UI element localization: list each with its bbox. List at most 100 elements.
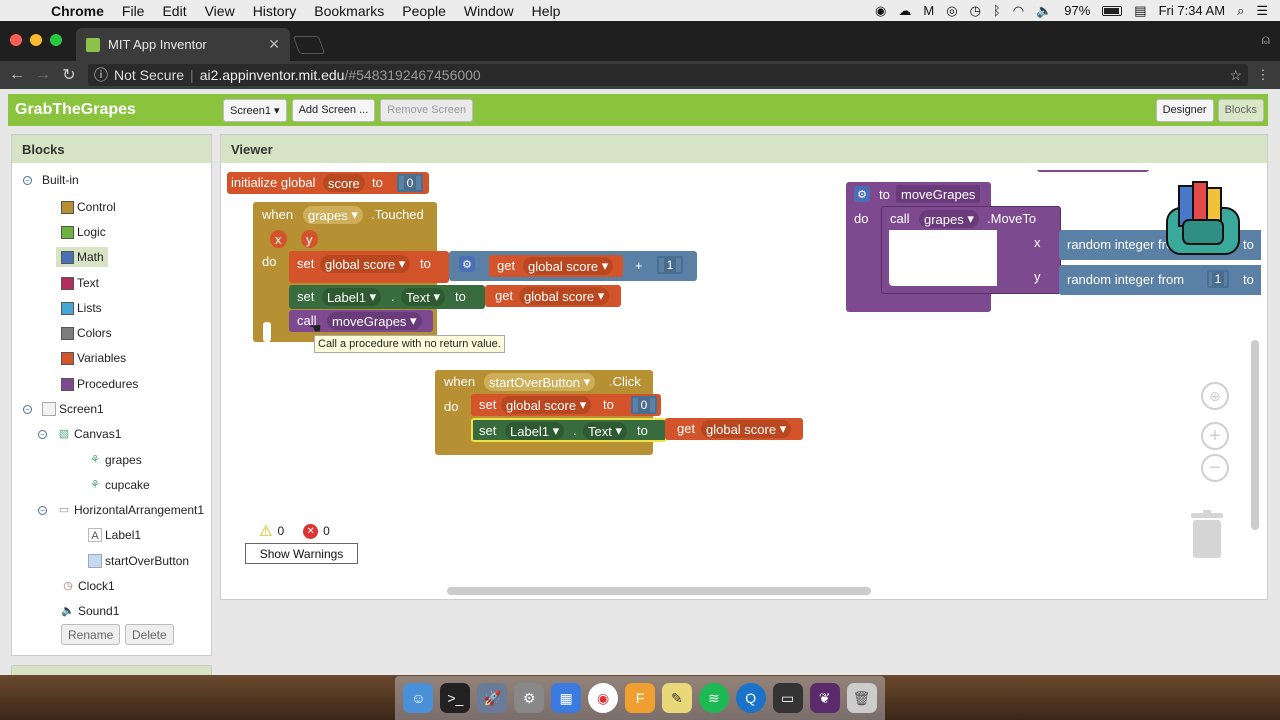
number-block[interactable]: 1: [1207, 270, 1229, 288]
stickies-icon[interactable]: ✎: [661, 683, 692, 713]
menu-app[interactable]: Chrome: [42, 3, 113, 19]
category-logic[interactable]: Logic: [61, 222, 106, 242]
battery-icon[interactable]: [1102, 5, 1123, 16]
reload-icon[interactable]: ↻: [56, 65, 82, 85]
category-text[interactable]: Text: [61, 273, 99, 293]
menu-help[interactable]: Help: [523, 3, 570, 19]
backpack-icon[interactable]: [1161, 180, 1245, 260]
tree-canvas1[interactable]: − ▧ Canvas1: [38, 424, 121, 444]
mutator-gear-icon[interactable]: ⚙: [459, 256, 475, 272]
quicktime-icon[interactable]: Q: [735, 683, 766, 713]
warning-icon[interactable]: ⚠: [259, 522, 272, 540]
zoom-in-icon[interactable]: +: [1201, 422, 1229, 450]
set-label-text-block-selected[interactable]: set Label1 ▾ . Text ▾ to: [471, 418, 667, 442]
launchpad-icon[interactable]: 🚀: [477, 683, 508, 713]
address-bar[interactable]: ⓘ Not Secure | ai2.appinventor.mit.edu/#…: [88, 64, 1248, 86]
tree-sound1[interactable]: 🔈 Sound1: [61, 601, 119, 621]
notification-center-icon[interactable]: ☰: [1256, 3, 1268, 19]
trash-icon[interactable]: [1189, 510, 1225, 560]
bluetooth-icon[interactable]: ᛒ: [993, 3, 1001, 18]
property-dropdown[interactable]: Text ▾: [401, 288, 445, 306]
get-global-score-block[interactable]: get global score ▾: [665, 418, 803, 440]
volume-icon[interactable]: 🔈: [1036, 3, 1052, 19]
number-block[interactable]: 0: [631, 396, 657, 414]
forward-icon[interactable]: →: [30, 66, 56, 84]
grapes-app-icon[interactable]: ❦: [809, 683, 840, 713]
menu-file[interactable]: File: [113, 3, 154, 19]
finder-icon[interactable]: ☺: [403, 683, 434, 713]
var-name-field[interactable]: score: [323, 174, 365, 192]
tree-screen1[interactable]: − Screen1: [23, 399, 104, 419]
trash-dock-icon[interactable]: 🗑: [846, 683, 877, 713]
spotlight-icon[interactable]: ⌕: [1237, 3, 1244, 19]
wifi-icon[interactable]: ◠: [1013, 3, 1024, 19]
property-dropdown[interactable]: Text ▾: [583, 422, 627, 440]
minimize-window-icon[interactable]: [30, 34, 42, 46]
rename-button[interactable]: Rename: [61, 624, 121, 645]
zoom-window-icon[interactable]: [50, 34, 62, 46]
category-lists[interactable]: Lists: [61, 298, 102, 318]
component-dropdown[interactable]: Label1 ▾: [322, 288, 382, 306]
set-label-text-block[interactable]: set Label1 ▾ . Text ▾ to: [289, 285, 485, 309]
record-icon[interactable]: ◉: [875, 3, 886, 19]
procedure-dropdown[interactable]: moveGrapes ▾: [327, 312, 422, 330]
add-screen-button[interactable]: Add Screen ...: [291, 98, 376, 122]
back-icon[interactable]: ←: [4, 66, 30, 84]
remove-screen-button[interactable]: Remove Screen: [380, 98, 474, 122]
offscreen-block-fragment[interactable]: [1037, 170, 1149, 172]
vertical-scrollbar[interactable]: [1251, 340, 1259, 530]
var-dropdown[interactable]: global score ▾: [519, 287, 610, 305]
horizontal-scrollbar[interactable]: [447, 587, 871, 595]
tree-clock1[interactable]: ◷ Clock1: [61, 576, 115, 596]
cc-icon[interactable]: ◎: [946, 3, 957, 19]
menu-people[interactable]: People: [393, 3, 455, 19]
screen-select[interactable]: Screen1 ▾: [223, 98, 287, 122]
set-global-score-block[interactable]: set global score ▾ to 0: [471, 394, 661, 416]
chrome-menu-icon[interactable]: ⋮: [1248, 67, 1278, 83]
menu-history[interactable]: History: [244, 3, 306, 19]
bookmark-star-icon[interactable]: ☆: [1229, 67, 1242, 84]
math-add-block[interactable]: ⚙ get global score ▾ + 1: [449, 251, 697, 281]
system-preferences-icon[interactable]: ⚙: [514, 683, 545, 713]
tree-startoverbutton[interactable]: startOverButton: [88, 551, 189, 571]
zoom-out-icon[interactable]: −: [1201, 454, 1229, 482]
param-x[interactable]: x: [270, 230, 287, 248]
component-dropdown[interactable]: startOverButton ▾: [484, 373, 596, 391]
gmail-icon[interactable]: M: [923, 3, 934, 18]
var-dropdown[interactable]: global score ▾: [701, 420, 792, 438]
var-dropdown[interactable]: global score ▾: [320, 255, 411, 273]
show-warnings-button[interactable]: Show Warnings: [245, 543, 358, 564]
menu-view[interactable]: View: [196, 3, 244, 19]
creative-cloud-icon[interactable]: ☁: [898, 3, 911, 19]
collapse-icon[interactable]: −: [38, 429, 47, 439]
spotify-icon[interactable]: ≋: [698, 683, 729, 713]
random-integer-block-y[interactable]: random integer from 1 to: [1059, 265, 1261, 295]
time-machine-icon[interactable]: ◷: [970, 3, 981, 19]
clock[interactable]: Fri 7:34 AM: [1159, 3, 1225, 18]
new-tab-button[interactable]: [292, 36, 326, 54]
delete-button[interactable]: Delete: [125, 624, 174, 645]
var-dropdown[interactable]: global score ▾: [501, 396, 592, 414]
tree-grapes[interactable]: ⚘ grapes: [88, 450, 142, 470]
error-icon[interactable]: ✕: [303, 523, 319, 539]
blocks-button[interactable]: Blocks: [1217, 98, 1264, 122]
menu-window[interactable]: Window: [455, 3, 523, 19]
battery-percent[interactable]: 97%: [1064, 3, 1090, 18]
menu-bookmarks[interactable]: Bookmarks: [305, 3, 393, 19]
mutator-gear-icon[interactable]: ⚙: [854, 186, 870, 202]
screenshot-icon[interactable]: ▭: [772, 683, 803, 713]
tab-close-icon[interactable]: ✕: [268, 36, 280, 53]
app-grid-icon[interactable]: ▦: [551, 683, 582, 713]
fusion360-icon[interactable]: F: [624, 683, 655, 713]
get-global-score-block[interactable]: get global score ▾: [489, 255, 623, 277]
tree-cupcake[interactable]: ⚘ cupcake: [88, 475, 150, 495]
browser-tab[interactable]: MIT App Inventor ✕: [76, 28, 290, 61]
var-dropdown[interactable]: global score ▾: [523, 257, 614, 275]
number-block[interactable]: 0: [397, 174, 423, 192]
component-dropdown[interactable]: grapes ▾: [919, 210, 979, 228]
category-procedures[interactable]: Procedures: [61, 374, 138, 394]
input-menu-icon[interactable]: ▤: [1134, 3, 1146, 19]
chrome-icon[interactable]: ◉: [588, 683, 619, 713]
collapse-icon[interactable]: −: [23, 404, 32, 414]
category-variables[interactable]: Variables: [61, 348, 126, 368]
